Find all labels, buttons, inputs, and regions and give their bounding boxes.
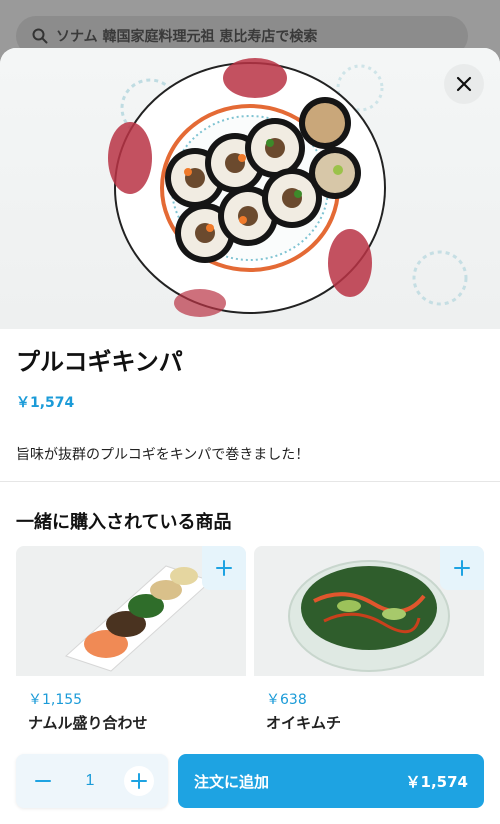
product-modal: プルコギキンパ ￥1,574 旨味が抜群のプルコギをキンパで巻きました！ 一緒に… <box>0 48 500 824</box>
quantity-stepper[interactable]: 1 <box>16 754 168 808</box>
related-item-price: ￥1,155 <box>28 692 83 708</box>
search-placeholder: ソナム 韓国家庭料理元祖 恵比寿店で検索 <box>56 29 318 45</box>
order-total: ￥1,574 <box>405 772 468 791</box>
add-item-button[interactable] <box>202 546 246 590</box>
quantity-value: 1 <box>85 772 95 789</box>
plus-icon <box>216 560 232 576</box>
plus-icon <box>454 560 470 576</box>
minus-icon <box>35 780 51 782</box>
product-title: プルコギキンパ <box>16 348 183 376</box>
plus-icon <box>131 773 147 789</box>
search-icon <box>32 28 48 44</box>
decrease-button[interactable] <box>30 768 56 794</box>
related-item-price: ￥638 <box>266 692 307 708</box>
product-image <box>0 48 500 329</box>
add-item-button[interactable] <box>440 546 484 590</box>
related-item-name: オイキムチ <box>266 714 342 732</box>
increase-button[interactable] <box>124 766 154 796</box>
related-item-name: ナムル盛り合わせ <box>28 714 148 732</box>
close-icon <box>456 76 472 92</box>
related-item-card[interactable]: ￥638 オイキムチ <box>254 546 484 738</box>
add-to-order-button[interactable]: 注文に追加 ￥1,574 <box>178 754 484 808</box>
close-button[interactable] <box>444 64 484 104</box>
related-section-title: 一緒に購入されている商品 <box>16 512 232 533</box>
product-price: ￥1,574 <box>16 395 75 411</box>
divider <box>0 481 500 482</box>
add-to-order-label: 注文に追加 <box>194 772 270 791</box>
product-description: 旨味が抜群のプルコギをキンパで巻きました！ <box>16 447 310 463</box>
related-item-card[interactable]: ￥1,155 ナムル盛り合わせ <box>16 546 246 738</box>
